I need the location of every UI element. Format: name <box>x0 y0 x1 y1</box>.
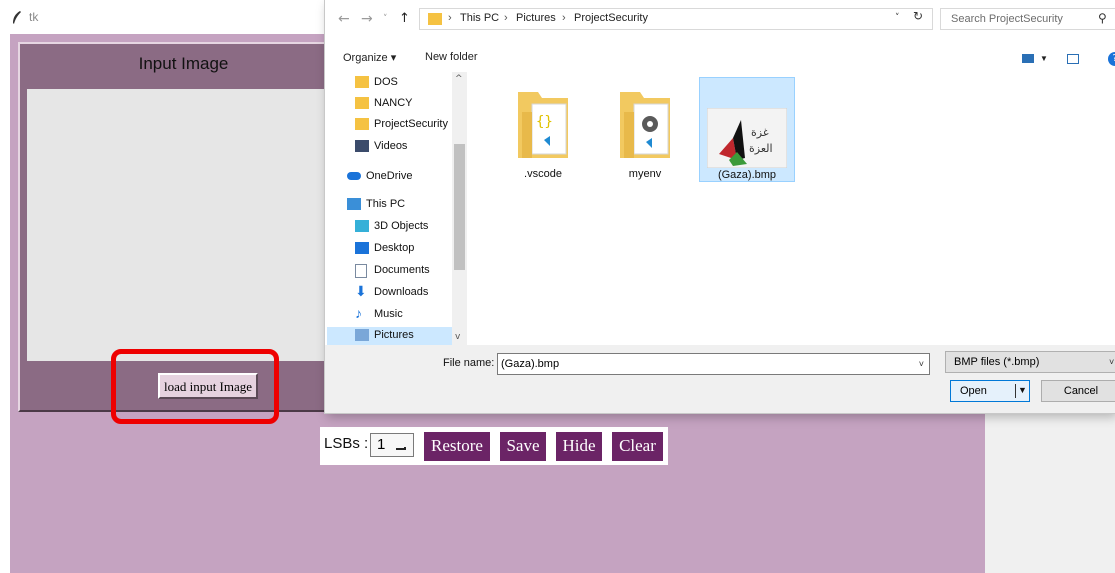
lsbs-label: LSBs : <box>324 435 369 452</box>
new-folder-button[interactable]: New folder <box>425 51 478 63</box>
back-arrow-icon[interactable]: ← <box>338 11 350 27</box>
svg-text:غزة: غزة <box>751 126 769 139</box>
cube-icon <box>355 220 369 232</box>
controls-toolbar: LSBs : 1 Restore Save Hide Clear <box>320 427 668 465</box>
refresh-icon[interactable]: ↻ <box>913 9 923 23</box>
documents-icon <box>355 264 367 278</box>
nav-item-label: Downloads <box>374 286 429 298</box>
load-input-image-button[interactable]: load input Image <box>158 373 258 399</box>
file-name: (Gaza).bmp <box>717 169 777 181</box>
organize-menu[interactable]: Organize ▾ <box>343 51 396 64</box>
help-icon[interactable]: ? <box>1108 52 1115 66</box>
panel-title: Input Image <box>138 54 229 73</box>
nav-item-label: This PC <box>366 198 406 210</box>
address-dropdown-icon[interactable]: ˅ <box>895 13 900 23</box>
window-background <box>985 413 1115 573</box>
change-view-icon[interactable] <box>1022 54 1034 63</box>
nav-item-label: 3D Objects <box>374 220 429 232</box>
clear-button[interactable]: Clear <box>610 430 665 463</box>
breadcrumb-separator-icon: › <box>448 12 452 24</box>
recent-dropdown-icon[interactable]: ˅ <box>383 14 388 24</box>
file-name-value: (Gaza).bmp <box>501 358 560 370</box>
navigation-pane: DOS NANCY ProjectSecurity Videos OneDriv… <box>325 72 467 345</box>
nav-item-label: Music <box>374 308 403 320</box>
folder-icon <box>355 118 369 130</box>
bmp-thumbnail: غزة العزة <box>707 108 787 168</box>
chevron-down-icon[interactable]: ˅ <box>919 359 924 369</box>
nav-item-label: Pictures <box>374 329 414 341</box>
chevron-down-icon: ˅ <box>1109 357 1115 367</box>
scroll-down-icon[interactable]: v <box>455 332 460 342</box>
computer-icon <box>347 198 361 210</box>
nav-item-label: NANCY <box>374 97 413 109</box>
music-icon: ♪ <box>355 305 362 321</box>
folder-icon <box>355 97 369 109</box>
file-list: {} .vscode myenv غزة العزة (Gaza).bmp <box>475 72 1115 345</box>
open-button-label: Open <box>960 385 987 397</box>
input-image-panel: Input Image load input Image <box>18 42 349 412</box>
nav-item-label: Videos <box>374 140 408 152</box>
save-button[interactable]: Save <box>498 430 548 463</box>
option-indicator-icon <box>396 447 406 450</box>
cancel-button[interactable]: Cancel <box>1041 380 1115 402</box>
breadcrumb-separator-icon: › <box>504 12 508 24</box>
nav-item-pictures[interactable]: Pictures <box>327 327 452 345</box>
restore-button[interactable]: Restore <box>422 430 492 463</box>
search-placeholder: Search ProjectSecurity <box>951 13 1063 25</box>
nav-item-label: Desktop <box>374 242 415 254</box>
lsbs-value: 1 <box>377 436 386 453</box>
scrollbar-thumb[interactable] <box>454 144 465 270</box>
breadcrumb-separator-icon: › <box>562 12 566 24</box>
download-icon: ⬇ <box>355 283 367 299</box>
input-image-canvas <box>27 89 340 361</box>
open-button[interactable]: Open ▼ <box>950 380 1030 402</box>
file-item-myenv[interactable]: myenv <box>597 77 693 182</box>
address-row: ← → ˅ ↑ › This PC › Pictures › ProjectSe… <box>325 0 1115 38</box>
nav-item-label: DOS <box>374 76 398 88</box>
search-icon: ⚲ <box>1098 11 1107 25</box>
view-dropdown-icon[interactable]: ▼ <box>1040 54 1048 63</box>
videos-icon <box>355 140 369 152</box>
open-dropdown-icon[interactable]: ▼ <box>1018 385 1027 395</box>
svg-text:العزة: العزة <box>749 142 773 155</box>
scroll-up-icon[interactable]: ^ <box>455 74 463 84</box>
dialog-footer: File name: (Gaza).bmp ˅ BMP files (*.bmp… <box>325 345 1115 413</box>
command-bar: Organize ▾ New folder ▼ ? <box>325 42 1115 72</box>
file-item-vscode[interactable]: {} .vscode <box>495 77 591 182</box>
file-name-input[interactable]: (Gaza).bmp ˅ <box>497 353 930 375</box>
address-bar[interactable]: › This PC › Pictures › ProjectSecurity <box>419 8 933 30</box>
settings-folder-icon <box>620 92 670 158</box>
nav-item-label: Documents <box>374 264 430 276</box>
folder-icon <box>428 13 442 25</box>
file-name: .vscode <box>524 168 562 180</box>
file-item-gaza-bmp[interactable]: غزة العزة (Gaza).bmp <box>699 77 795 182</box>
feather-icon <box>13 11 21 24</box>
file-name-label: File name: <box>443 357 495 369</box>
forward-arrow-icon[interactable]: → <box>361 11 373 27</box>
nav-item-label: ProjectSecurity <box>374 118 448 130</box>
navigation-scrollbar[interactable]: ^ v <box>452 72 467 345</box>
vscode-folder-icon: {} <box>518 92 568 158</box>
desktop-icon <box>355 242 369 254</box>
lsbs-option-menu[interactable]: 1 <box>370 433 414 457</box>
file-name: myenv <box>628 168 662 180</box>
file-type-select[interactable]: BMP files (*.bmp) ˅ <box>945 351 1115 373</box>
breadcrumb-this-pc[interactable]: This PC <box>460 12 499 24</box>
file-type-value: BMP files (*.bmp) <box>954 356 1040 368</box>
breadcrumb-projectsecurity[interactable]: ProjectSecurity <box>574 12 648 24</box>
window-title: tk <box>29 10 39 24</box>
preview-pane-icon[interactable] <box>1067 54 1079 64</box>
cloud-icon <box>347 172 361 180</box>
hide-button[interactable]: Hide <box>554 430 604 463</box>
pictures-icon <box>355 329 369 341</box>
search-input[interactable]: Search ProjectSecurity ⚲ <box>940 8 1115 30</box>
open-file-dialog: ← → ˅ ↑ › This PC › Pictures › ProjectSe… <box>325 0 1115 413</box>
svg-text:{}: {} <box>536 114 553 130</box>
split-divider <box>1015 384 1016 398</box>
folder-icon <box>355 76 369 88</box>
up-arrow-icon[interactable]: ↑ <box>399 11 410 26</box>
breadcrumb-pictures[interactable]: Pictures <box>516 12 556 24</box>
nav-item-label: OneDrive <box>366 170 413 182</box>
